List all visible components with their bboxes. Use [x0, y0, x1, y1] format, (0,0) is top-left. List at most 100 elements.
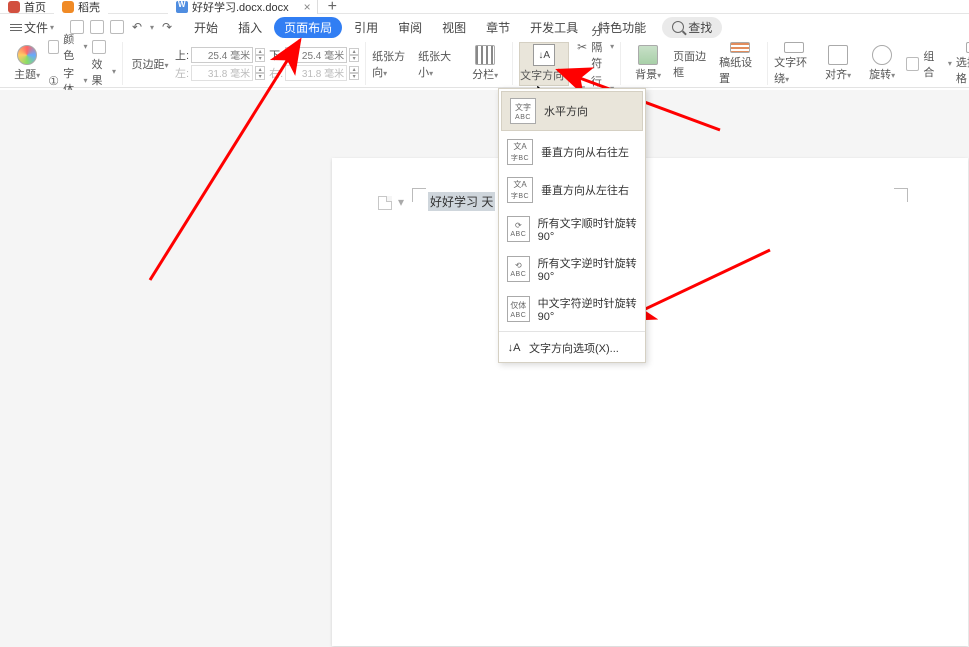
- rotate-icon: [872, 45, 892, 65]
- tab-close-icon[interactable]: ×: [304, 0, 311, 14]
- papersize-label: 纸张大小: [418, 51, 451, 79]
- undo-icon[interactable]: ↶: [130, 20, 144, 34]
- textdir-button[interactable]: 文字方向▾: [519, 42, 569, 86]
- paperdir-button[interactable]: 纸张方向▾: [372, 42, 414, 86]
- ribbon-group-breaks: ✂分隔符▾ ≡行号▾: [571, 42, 621, 85]
- page-chevron-icon[interactable]: ▾: [394, 195, 408, 209]
- tab-home[interactable]: 首页: [0, 0, 54, 14]
- tab-document[interactable]: 好好学习.docx.docx ×: [168, 0, 318, 14]
- papersize-button[interactable]: 纸张大小▾: [418, 42, 460, 86]
- paperdir-label: 纸张方向: [372, 51, 405, 79]
- margin-right-label: 右:: [269, 65, 283, 81]
- font-icon: ①: [48, 74, 59, 88]
- margin-right-spinner[interactable]: ▴▾: [349, 66, 359, 80]
- window-tabs: 首页 稻壳 好好学习.docx.docx × +: [0, 0, 969, 14]
- papersetting-button[interactable]: 稿纸设置: [719, 42, 761, 86]
- margin-left-spinner[interactable]: ▴▾: [255, 66, 265, 80]
- rotate-label: 旋转: [869, 69, 891, 81]
- tab-home-label: 首页: [24, 0, 46, 15]
- pagemargin-label: 页边距: [132, 59, 165, 71]
- theme-button[interactable]: 主题▾: [10, 42, 44, 86]
- align-label: 对齐: [825, 69, 847, 81]
- doc-icon: [176, 1, 188, 13]
- search-label: 查找: [688, 19, 712, 36]
- page-nav-icon[interactable]: [378, 196, 392, 210]
- menu-pagelayout[interactable]: 页面布局: [274, 17, 342, 38]
- redo-icon[interactable]: ↷: [160, 20, 174, 34]
- margin-right-input[interactable]: 31.8 毫米: [285, 65, 347, 81]
- selpane-button[interactable]: 选择窗格: [956, 42, 969, 86]
- tab-dokshell-label: 稻壳: [78, 0, 100, 15]
- document-selected-text[interactable]: 好好学习 天: [428, 192, 495, 211]
- menu-file-label: 文件: [24, 19, 48, 36]
- textdir-cjk-ccw-label: 中文字符逆时针旋转90°: [538, 295, 637, 323]
- align-icon: [828, 45, 848, 65]
- tab-document-label: 好好学习.docx.docx: [192, 0, 289, 15]
- columns-button[interactable]: 分栏▾: [464, 42, 506, 86]
- themecolor-button[interactable]: 颜色▾: [48, 31, 87, 63]
- textdir-option-options[interactable]: ↓A 文字方向选项(X)...: [499, 334, 645, 362]
- theme-icon: [17, 45, 37, 65]
- menu-insert[interactable]: 插入: [230, 17, 270, 38]
- dropdown-separator: [499, 331, 645, 332]
- search-box[interactable]: 查找: [662, 17, 722, 38]
- margin-bottom-input[interactable]: 25.4 毫米: [285, 47, 347, 63]
- themeeffect-label-row[interactable]: 效果▾: [92, 56, 117, 88]
- textwrap-label: 文字环绕: [774, 57, 807, 85]
- textdir-rot-cw-label: 所有文字顺时针旋转90°: [538, 215, 637, 243]
- dokshell-logo-icon: [62, 1, 74, 13]
- background-label: 背景: [635, 69, 657, 81]
- menu-chapter[interactable]: 章节: [478, 17, 518, 38]
- print-icon[interactable]: [90, 20, 104, 34]
- save-icon[interactable]: [70, 20, 84, 34]
- ribbon: 主题▾ 颜色▾ ①字体▾ 效果▾ 页边距▾ 上: 25.4 毫米 ▴▾ 左: 3…: [0, 40, 969, 88]
- ribbon-group-paper: 纸张方向▾ 纸张大小▾ 分栏▾: [366, 42, 513, 85]
- textdir-option-vert-rl[interactable]: 文A字BC 垂直方向从右往左: [499, 133, 645, 171]
- search-icon: [672, 21, 684, 33]
- menu-view[interactable]: 视图: [434, 17, 474, 38]
- pagemargin-button[interactable]: 页边距▾: [129, 42, 171, 86]
- menu-bar: 文件 ▾ ↶ ▾ ↷ 开始 插入 页面布局 引用 审阅 视图 章节 开发工具 特…: [0, 14, 969, 40]
- menu-reference[interactable]: 引用: [346, 17, 386, 38]
- breaks-button[interactable]: ✂分隔符▾: [577, 23, 614, 71]
- margin-bottom-row: 下: 25.4 毫米 ▴▾: [269, 47, 359, 63]
- textwrap-button[interactable]: 文字环绕▾: [774, 42, 814, 86]
- themecolor-label: 颜色: [63, 31, 79, 63]
- textdir-label: 文字方向: [520, 70, 564, 82]
- menu-start[interactable]: 开始: [186, 17, 226, 38]
- textdir-option-vert-lr[interactable]: 文A字BC 垂直方向从左往右: [499, 171, 645, 209]
- textdir-option-rot-cw[interactable]: ⟳ABC 所有文字顺时针旋转90°: [499, 209, 645, 249]
- pageborder-button[interactable]: 页面边框: [673, 42, 715, 86]
- ribbon-group-bg: 背景▾ 页面边框 稿纸设置: [621, 42, 768, 85]
- undo-caret-icon[interactable]: ▾: [150, 23, 154, 32]
- group-button[interactable]: 组合▾: [906, 48, 952, 80]
- textdir-horizontal-icon: 文字ABC: [510, 98, 536, 124]
- margin-bottom-spinner[interactable]: ▴▾: [349, 48, 359, 62]
- align-button[interactable]: 对齐▾: [818, 42, 858, 86]
- crop-mark-tl-icon: [412, 188, 426, 202]
- textdir-cjk-ccw-icon: 仅体ABC: [507, 296, 530, 322]
- tab-dokshell[interactable]: 稻壳: [54, 0, 108, 14]
- background-button[interactable]: 背景▾: [627, 42, 669, 86]
- margin-left-label: 左:: [175, 65, 189, 81]
- preview-icon[interactable]: [110, 20, 124, 34]
- themeeffect-button[interactable]: [92, 40, 106, 54]
- textdir-option-cjk-ccw[interactable]: 仅体ABC 中文字符逆时针旋转90°: [499, 289, 645, 329]
- margin-left-input[interactable]: 31.8 毫米: [191, 65, 253, 81]
- document-page[interactable]: [332, 158, 968, 646]
- menu-review[interactable]: 审阅: [390, 17, 430, 38]
- margin-top-spinner[interactable]: ▴▾: [255, 48, 265, 62]
- rotate-button[interactable]: 旋转▾: [862, 42, 902, 86]
- textdir-options-icon: ↓A: [507, 341, 521, 355]
- textdir-options-label: 文字方向选项(X)...: [529, 340, 619, 356]
- ribbon-group-margin: 页边距▾ 上: 25.4 毫米 ▴▾ 左: 31.8 毫米 ▴▾ 下: 25.4…: [123, 42, 366, 85]
- textdir-rot-ccw-label: 所有文字逆时针旋转90°: [538, 255, 637, 283]
- textdir-option-horizontal[interactable]: 文字ABC 水平方向: [501, 91, 643, 131]
- textdir-vert-lr-label: 垂直方向从左往右: [541, 182, 629, 198]
- columns-icon: [475, 45, 495, 65]
- margin-top-input[interactable]: 25.4 毫米: [191, 47, 253, 63]
- textdir-vert-rl-icon: 文A字BC: [507, 139, 533, 165]
- theme-label: 主题: [14, 69, 36, 81]
- textdir-option-rot-ccw[interactable]: ⟲ABC 所有文字逆时针旋转90°: [499, 249, 645, 289]
- tab-new-button[interactable]: +: [318, 0, 347, 16]
